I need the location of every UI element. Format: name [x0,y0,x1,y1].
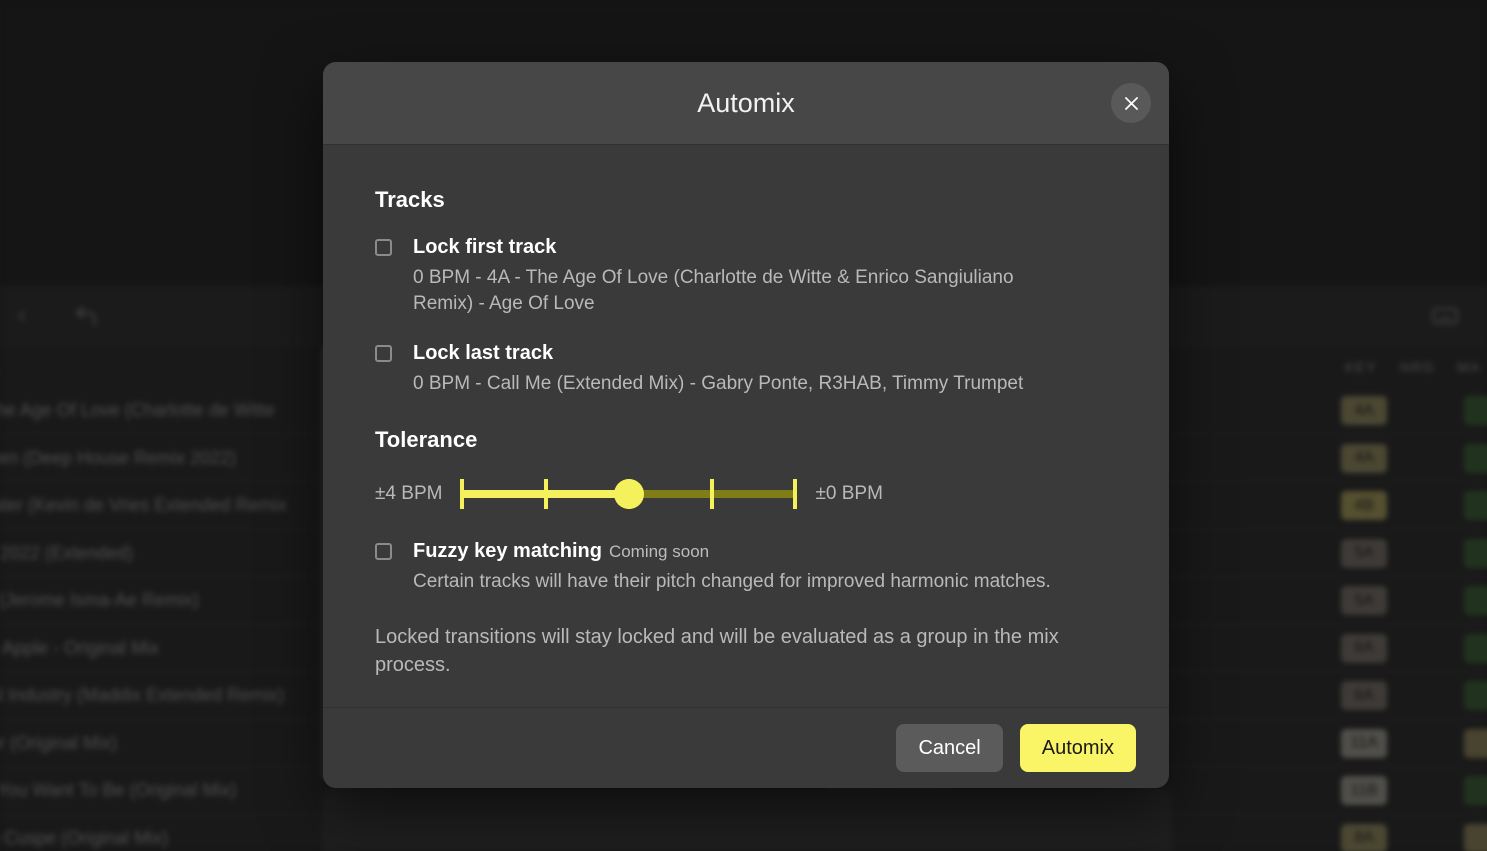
slider-tick-0 [460,479,465,510]
slider-thumb[interactable] [613,479,644,510]
dialog-footer: Cancel Automix [323,707,1169,788]
lock-first-track-checkbox[interactable] [375,239,392,256]
tolerance-max-label: ±0 BPM [815,483,883,505]
slider-tick-3 [710,479,715,510]
lock-last-track-body: Lock last track 0 BPM - Call Me (Extende… [413,341,1117,397]
tolerance-slider-row: ±4 BPM ±0 BPM [375,479,1117,510]
lock-last-track-label: Lock last track [413,342,554,365]
option-lock-last-track[interactable]: Lock last track 0 BPM - Call Me (Extende… [375,341,1117,397]
coming-soon-badge: Coming soon [608,542,710,562]
fuzzy-key-matching-label: Fuzzy key matching Coming soon [413,539,1117,564]
lock-first-track-body: Lock first track 0 BPM - 4A - The Age Of… [413,235,1117,317]
section-heading-tolerance: Tolerance [375,427,478,453]
tolerance-slider[interactable] [460,479,798,510]
app-root: LE KEY NRG MA - The Age Of Love (Charlot… [0,0,1487,851]
tolerance-min-label: ±4 BPM [375,483,443,505]
lock-last-track-checkbox[interactable] [375,345,392,363]
dialog-header: Automix [323,62,1169,145]
option-fuzzy-key-matching[interactable]: Fuzzy key matching Coming soon Certain tr… [375,539,1117,595]
lock-last-track-detail: 0 BPM - Call Me (Extended Mix) - Gabry P… [413,373,1024,395]
automix-button[interactable]: Automix [1019,724,1136,772]
cancel-button[interactable]: Cancel [896,724,1003,772]
slider-tick-4 [793,479,798,510]
section-heading-tracks: Tracks [375,187,445,212]
option-lock-first-track[interactable]: Lock first track 0 BPM - 4A - The Age Of… [375,235,1117,317]
slider-tick-1 [543,479,548,510]
dialog-body: Tracks Lock first track 0 BPM - 4A - The… [323,145,1169,707]
lock-first-track-label: Lock first track [413,236,557,258]
close-icon [1122,94,1141,113]
fuzzy-key-matching-checkbox[interactable] [375,543,392,561]
fuzzy-key-matching-title: Fuzzy key matching [413,540,602,563]
fuzzy-key-matching-body: Fuzzy key matching Coming soon Certain tr… [413,539,1117,595]
lock-first-track-detail: 0 BPM - 4A - The Age Of Love (Charlotte … [413,267,1014,315]
automix-dialog: Automix Tracks Lock first track 0 BPM - … [323,62,1169,788]
dialog-title: Automix [697,87,795,118]
fuzzy-key-matching-detail: Certain tracks will have their pitch cha… [413,571,1051,593]
close-button[interactable] [1111,83,1151,123]
locked-transitions-note: Locked transitions will stay locked and … [375,626,1059,677]
